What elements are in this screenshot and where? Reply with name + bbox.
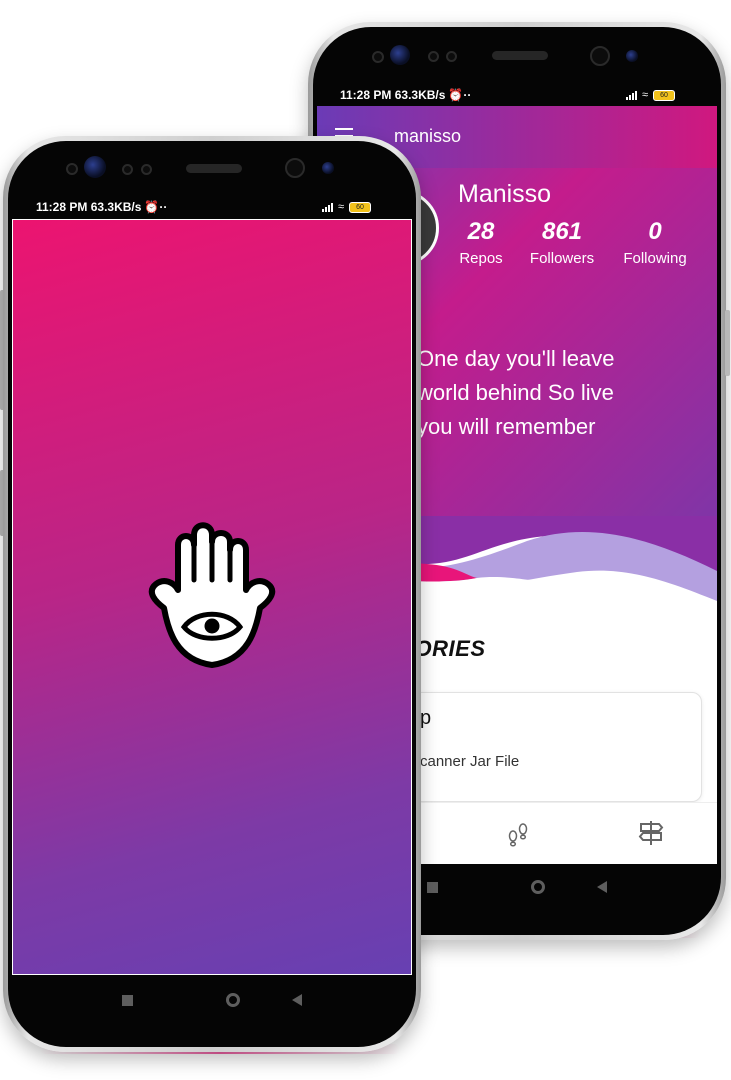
home-icon[interactable]	[530, 880, 545, 894]
home-icon[interactable]	[225, 993, 240, 1007]
sensor-dot	[428, 51, 439, 62]
status-icons: ≈ 60	[626, 89, 676, 101]
earpiece-speaker	[186, 164, 242, 173]
status-bar: 11:28 PM 63.3KB/s ⏰ ··	[36, 200, 167, 214]
splash-screen	[12, 219, 412, 975]
repo-card[interactable]: p canner Jar File	[375, 692, 702, 802]
wifi-icon: ≈	[642, 89, 649, 101]
sensor-dot	[285, 158, 305, 178]
stat-value: 28	[467, 218, 495, 245]
alarm-icon: ⏰	[144, 200, 160, 214]
battery-icon: 60	[349, 201, 372, 213]
footprints-icon[interactable]	[505, 821, 531, 847]
status-icons: ≈ 60	[322, 201, 372, 213]
stat-value: 0	[648, 218, 662, 245]
recents-icon[interactable]	[122, 994, 133, 1006]
recents-icon[interactable]	[427, 881, 438, 893]
status-time: 11:28 PM	[340, 88, 392, 102]
stat-followers[interactable]: 861 Followers	[523, 218, 601, 267]
front-camera-icon	[626, 50, 638, 62]
profile-quote: One day you'll leave world behind So liv…	[417, 342, 717, 444]
volume-button	[725, 310, 730, 376]
app-bar-title: manisso	[394, 126, 462, 146]
more-dots-icon: ··	[463, 88, 472, 102]
sensor-dot	[446, 51, 457, 62]
stat-label: Repos	[459, 250, 503, 267]
earpiece-speaker	[492, 51, 548, 60]
quote-line: One day you'll leave	[417, 346, 615, 371]
stat-repos[interactable]: 28 Repos	[453, 218, 509, 267]
repo-description: canner Jar File	[420, 753, 520, 770]
sensor-dot	[590, 46, 610, 66]
more-dots-icon: ··	[159, 200, 168, 214]
back-icon[interactable]	[597, 881, 607, 893]
stat-label: Following	[623, 250, 687, 267]
front-camera-icon	[84, 156, 106, 178]
status-bar: 11:28 PM 63.3KB/s ⏰ ··	[340, 88, 471, 102]
system-nav-bar	[122, 993, 302, 1007]
sensor-dot	[66, 163, 78, 175]
sensor-dot	[122, 164, 133, 175]
stat-following[interactable]: 0 Following	[615, 218, 695, 267]
profile-name: Manisso	[458, 180, 552, 208]
sensor-dot	[372, 51, 384, 63]
repo-title: p	[420, 707, 432, 729]
battery-icon: 60	[653, 89, 676, 101]
status-speed: 63.3KB/s	[90, 200, 142, 214]
status-speed: 63.3KB/s	[394, 88, 446, 102]
sensor-dot	[141, 164, 152, 175]
stat-label: Followers	[529, 250, 595, 267]
stat-value: 861	[541, 218, 583, 245]
signal-icon	[626, 90, 637, 100]
front-camera-icon	[390, 45, 410, 65]
signal-icon	[322, 202, 333, 212]
back-icon[interactable]	[292, 994, 302, 1006]
signpost-icon[interactable]	[637, 819, 665, 847]
status-time: 11:28 PM	[36, 200, 88, 214]
front-camera-icon	[322, 162, 334, 174]
battery-level: 60	[356, 203, 364, 211]
hamsa-hand-eye-icon	[148, 522, 276, 668]
wifi-icon: ≈	[338, 201, 345, 213]
alarm-icon: ⏰	[448, 88, 464, 102]
battery-level: 60	[660, 91, 668, 99]
quote-line: you will remember	[417, 414, 596, 439]
system-nav-bar	[427, 880, 607, 894]
quote-line: world behind So live	[417, 380, 614, 405]
